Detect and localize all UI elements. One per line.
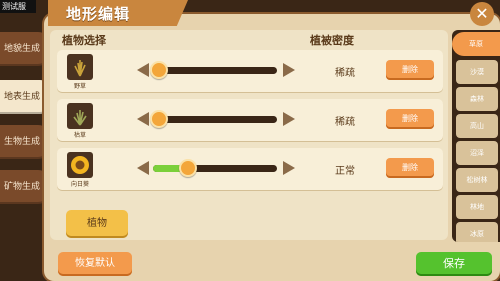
slider-knob[interactable] (150, 61, 169, 79)
close-button[interactable]: ✕ (470, 2, 494, 26)
density-value: 正常 (335, 166, 355, 177)
plant-row: 向日葵 正常 删除 (57, 148, 443, 190)
biome-tab-woodland[interactable]: 林地 (456, 195, 498, 219)
add-plant-button[interactable]: 植物 (66, 210, 128, 238)
biome-tab-grassland[interactable]: 草原 (452, 32, 500, 56)
plant-row: 野草 稀疏 删除 (57, 50, 443, 92)
delete-button[interactable]: 删除 (386, 158, 434, 178)
biome-tab-pine-forest[interactable]: 松树林 (456, 168, 498, 192)
grass-icon (67, 54, 93, 80)
page-title: 地形编辑 (66, 5, 131, 23)
reset-default-button[interactable]: 恢复默认 (58, 252, 132, 276)
density-header: 植被密度 (310, 34, 354, 47)
biome-tab-desert[interactable]: 沙漠 (456, 60, 498, 84)
plant-select-header: 植物选择 (62, 34, 106, 47)
increase-arrow-icon[interactable] (283, 161, 295, 175)
slider-knob[interactable] (150, 110, 169, 128)
delete-button[interactable]: 删除 (386, 109, 434, 129)
delete-button[interactable]: 删除 (386, 60, 434, 80)
biome-tab-forest[interactable]: 森林 (456, 87, 498, 111)
decrease-arrow-icon[interactable] (137, 112, 149, 126)
plant-name: 枯草 (73, 132, 86, 139)
density-slider[interactable] (153, 159, 277, 177)
density-slider[interactable] (150, 61, 277, 79)
save-button[interactable]: 保存 (416, 252, 492, 276)
decrease-arrow-icon[interactable] (137, 161, 149, 175)
density-slider[interactable] (150, 110, 277, 128)
density-value: 稀疏 (335, 117, 355, 128)
dry-grass-icon (67, 103, 93, 129)
plant-row: 枯草 稀疏 删除 (57, 99, 443, 141)
biome-tab-mountain[interactable]: 高山 (456, 114, 498, 138)
biome-tab-swamp[interactable]: 沼泽 (456, 141, 498, 165)
increase-arrow-icon[interactable] (283, 112, 295, 126)
density-value: 稀疏 (335, 68, 355, 79)
biome-tab-column: 草原 沙漠 森林 高山 沼泽 松树林 林地 冰原 (452, 30, 500, 242)
plant-name: 向日葵 (70, 181, 89, 188)
increase-arrow-icon[interactable] (283, 63, 295, 77)
biome-tab-ice[interactable]: 冰原 (456, 222, 498, 242)
close-icon: ✕ (475, 4, 489, 23)
slider-knob[interactable] (178, 159, 197, 177)
sunflower-icon (67, 152, 93, 178)
decrease-arrow-icon[interactable] (137, 63, 149, 77)
plant-name: 野草 (73, 83, 86, 90)
test-server-tag: 测试服 (0, 0, 36, 13)
